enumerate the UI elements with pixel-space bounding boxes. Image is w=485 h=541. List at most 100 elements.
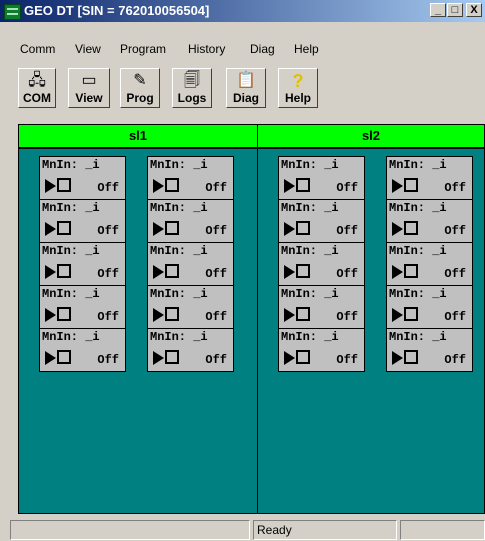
input-checkbox[interactable] xyxy=(296,350,310,364)
input-checkbox[interactable] xyxy=(404,178,418,192)
input-checkbox[interactable] xyxy=(404,264,418,278)
input-checkbox[interactable] xyxy=(165,264,179,278)
play-arrow-icon[interactable] xyxy=(392,351,403,365)
input-cell[interactable]: MnIn: _i Off xyxy=(39,285,126,329)
input-cell[interactable]: MnIn: _i Off xyxy=(147,199,234,243)
input-name: MnIn: _i xyxy=(281,287,339,301)
input-checkbox[interactable] xyxy=(296,178,310,192)
minimize-button[interactable]: _ xyxy=(430,3,446,17)
menu-bar: Comm View Program History Diag Help xyxy=(0,40,485,60)
input-cell[interactable]: MnIn: _i Off xyxy=(39,328,126,372)
maximize-button[interactable]: □ xyxy=(447,3,463,17)
menu-view[interactable]: View xyxy=(75,42,101,56)
input-checkbox[interactable] xyxy=(296,307,310,321)
play-arrow-icon[interactable] xyxy=(392,308,403,322)
input-checkbox[interactable] xyxy=(165,178,179,192)
input-checkbox[interactable] xyxy=(57,178,71,192)
title-bar: GEO DT [SIN = 762010056504] _ □ X xyxy=(0,0,485,22)
input-name: MnIn: _i xyxy=(150,158,208,172)
play-arrow-icon[interactable] xyxy=(284,179,295,193)
play-arrow-icon[interactable] xyxy=(392,222,403,236)
menu-comm[interactable]: Comm xyxy=(20,42,55,56)
play-arrow-icon[interactable] xyxy=(153,179,164,193)
play-arrow-icon[interactable] xyxy=(284,222,295,236)
play-arrow-icon[interactable] xyxy=(153,308,164,322)
slot-panel-sl1: MnIn: _i Off MnIn: _i Off MnIn: _i Off MnIn: _… xyxy=(18,148,258,514)
close-button[interactable]: X xyxy=(466,3,482,17)
menu-program[interactable]: Program xyxy=(120,42,166,56)
play-arrow-icon[interactable] xyxy=(153,265,164,279)
diag-button[interactable]: 📋 Diag xyxy=(226,68,266,108)
input-checkbox[interactable] xyxy=(57,264,71,278)
menu-diag[interactable]: Diag xyxy=(250,42,275,56)
input-state: Off xyxy=(97,353,119,367)
play-arrow-icon[interactable] xyxy=(284,351,295,365)
input-cell[interactable]: MnIn: _i Off xyxy=(386,199,473,243)
input-cell[interactable]: MnIn: _i Off xyxy=(386,242,473,286)
com-button[interactable]: 🖧 COM xyxy=(18,68,56,108)
play-arrow-icon[interactable] xyxy=(392,179,403,193)
input-cell[interactable]: MnIn: _i Off xyxy=(386,285,473,329)
input-checkbox[interactable] xyxy=(296,221,310,235)
view-icon: ▭ xyxy=(81,72,97,89)
input-checkbox[interactable] xyxy=(165,221,179,235)
prog-icon: ✎ xyxy=(133,72,147,89)
prog-label: Prog xyxy=(126,91,154,105)
input-cell[interactable]: MnIn: _i Off xyxy=(39,156,126,200)
view-button[interactable]: ▭ View xyxy=(68,68,110,108)
prog-button[interactable]: ✎ Prog xyxy=(120,68,160,108)
input-cell[interactable]: MnIn: _i Off xyxy=(278,242,365,286)
input-name: MnIn: _i xyxy=(281,244,339,258)
play-arrow-icon[interactable] xyxy=(284,265,295,279)
play-arrow-icon[interactable] xyxy=(45,265,56,279)
input-cell[interactable]: MnIn: _i Off xyxy=(147,242,234,286)
input-state: Off xyxy=(205,181,227,195)
logs-icon: 🗐 xyxy=(184,72,200,89)
input-name: MnIn: _i xyxy=(281,158,339,172)
input-cell[interactable]: MnIn: _i Off xyxy=(147,156,234,200)
menu-help[interactable]: Help xyxy=(294,42,319,56)
input-checkbox[interactable] xyxy=(165,307,179,321)
input-cell[interactable]: MnIn: _i Off xyxy=(278,199,365,243)
input-name: MnIn: _i xyxy=(281,330,339,344)
window-title: GEO DT [SIN = 762010056504] xyxy=(24,3,210,18)
play-arrow-icon[interactable] xyxy=(153,351,164,365)
input-checkbox[interactable] xyxy=(165,350,179,364)
play-arrow-icon[interactable] xyxy=(392,265,403,279)
input-cell[interactable]: MnIn: _i Off xyxy=(147,285,234,329)
menu-history[interactable]: History xyxy=(188,42,225,56)
input-cell[interactable]: MnIn: _i Off xyxy=(278,285,365,329)
slot-workspace: sl1 sl2 MnIn: _i Off MnIn: _i Off MnIn: _i Of… xyxy=(18,124,485,514)
input-checkbox[interactable] xyxy=(404,221,418,235)
input-cell[interactable]: MnIn: _i Off xyxy=(39,242,126,286)
input-checkbox[interactable] xyxy=(296,264,310,278)
toolbar: 🖧 COM ▭ View ✎ Prog 🗐 Logs 📋 Diag ? Help xyxy=(0,64,485,112)
input-cell[interactable]: MnIn: _i Off xyxy=(147,328,234,372)
slot-header-sl1[interactable]: sl1 xyxy=(18,124,258,148)
input-checkbox[interactable] xyxy=(57,307,71,321)
input-cell[interactable]: MnIn: _i Off xyxy=(278,328,365,372)
logs-button[interactable]: 🗐 Logs xyxy=(172,68,212,108)
play-arrow-icon[interactable] xyxy=(284,308,295,322)
input-cell[interactable]: MnIn: _i Off xyxy=(386,156,473,200)
input-checkbox[interactable] xyxy=(404,307,418,321)
play-arrow-icon[interactable] xyxy=(45,308,56,322)
input-cell[interactable]: MnIn: _i Off xyxy=(278,156,365,200)
input-state: Off xyxy=(336,224,358,238)
slot-header-sl2[interactable]: sl2 xyxy=(257,124,485,148)
diag-icon: 📋 xyxy=(236,72,256,89)
play-arrow-icon[interactable] xyxy=(45,222,56,236)
play-arrow-icon[interactable] xyxy=(45,179,56,193)
status-text: Ready xyxy=(253,520,397,540)
input-cell[interactable]: MnIn: _i Off xyxy=(39,199,126,243)
input-checkbox[interactable] xyxy=(404,350,418,364)
input-state: Off xyxy=(444,181,466,195)
help-button[interactable]: ? Help xyxy=(278,68,318,108)
play-arrow-icon[interactable] xyxy=(153,222,164,236)
play-arrow-icon[interactable] xyxy=(45,351,56,365)
input-checkbox[interactable] xyxy=(57,350,71,364)
input-cell[interactable]: MnIn: _i Off xyxy=(386,328,473,372)
input-name: MnIn: _i xyxy=(150,244,208,258)
input-name: MnIn: _i xyxy=(150,201,208,215)
input-checkbox[interactable] xyxy=(57,221,71,235)
